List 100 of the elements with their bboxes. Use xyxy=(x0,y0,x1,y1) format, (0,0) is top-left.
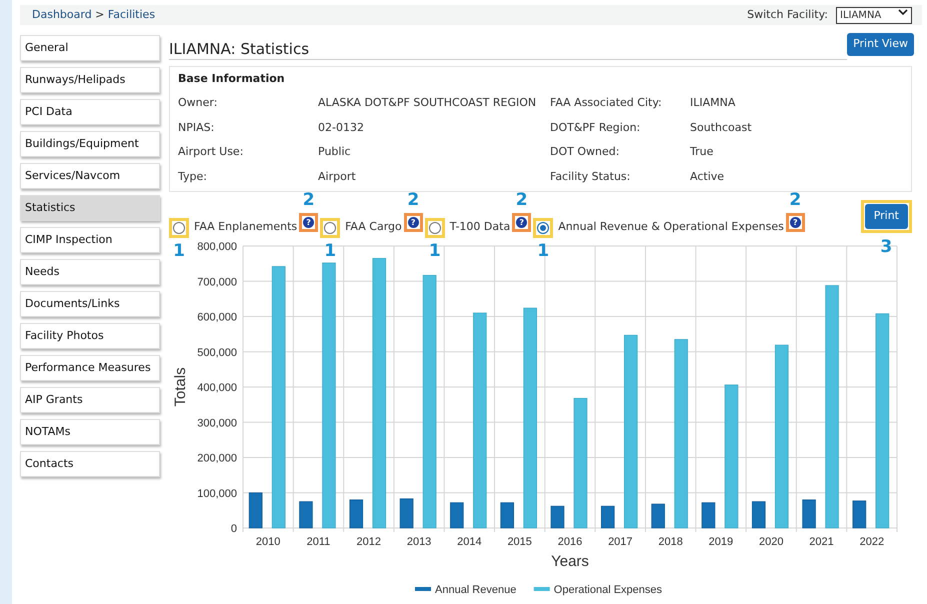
axis-tick-label: 2015 xyxy=(507,536,532,548)
field-value: Active xyxy=(690,168,726,184)
sidebar-item[interactable]: AIP Grants xyxy=(20,387,160,413)
page-title: ILIAMNA: Statistics xyxy=(169,40,848,60)
print-button[interactable]: Print xyxy=(864,204,908,228)
legend-label: Operational Expenses xyxy=(554,584,663,596)
field-label: FAA Associated City: xyxy=(550,95,663,111)
field-value: Southcoast xyxy=(690,120,753,136)
bar xyxy=(852,500,866,528)
axis-tick-label: 2011 xyxy=(306,536,330,548)
axis-tick-label: 700,000 xyxy=(197,276,237,288)
breadcrumb-separator: > xyxy=(94,8,106,21)
axis-tick-label: 200,000 xyxy=(197,452,237,464)
field-label: NPIAS: xyxy=(178,120,216,136)
axis-tick-label: 2022 xyxy=(860,536,884,548)
callout-number: 3 xyxy=(880,239,892,256)
bar xyxy=(752,501,766,528)
sidebar-item[interactable]: CIMP Inspection xyxy=(20,227,160,253)
breadcrumb-link[interactable]: Dashboard xyxy=(32,8,92,21)
callout-number: 1 xyxy=(537,243,550,260)
field-value: Public xyxy=(318,144,352,160)
axis-tick-label: 2012 xyxy=(356,536,381,548)
radio-button[interactable] xyxy=(324,222,336,234)
sidebar-item[interactable]: NOTAMs xyxy=(20,419,160,445)
legend-label: Annual Revenue xyxy=(435,584,516,596)
callout-number: 1 xyxy=(324,243,336,260)
sidebar-item[interactable]: Performance Measures xyxy=(20,355,160,381)
sidebar-item[interactable]: Runways/Helipads xyxy=(20,67,160,93)
sidebar-item[interactable]: Needs xyxy=(20,259,160,285)
field-value: ILIAMNA xyxy=(690,95,736,111)
callout-number: 2 xyxy=(407,192,420,209)
axis-tick-label: 2017 xyxy=(608,536,633,548)
help-icon[interactable]: ? xyxy=(516,217,528,228)
axis-title: Years xyxy=(551,553,589,570)
callout-number: 1 xyxy=(428,243,441,260)
option-label[interactable]: FAA Cargo xyxy=(345,218,402,235)
axis-tick-label: 2010 xyxy=(256,536,280,548)
axis-tick-label: 2019 xyxy=(708,536,734,548)
field-label: DOT&PF Region: xyxy=(550,120,642,136)
axis-tick-label: 300,000 xyxy=(197,417,237,430)
axis-tick-label: 2014 xyxy=(457,536,482,548)
field-label: Type: xyxy=(178,168,208,184)
sidebar-item[interactable]: Services/Navcom xyxy=(20,163,160,189)
field-label: Facility Status: xyxy=(550,168,632,184)
section-title: Base Information xyxy=(178,70,286,86)
sidebar-item[interactable]: PCI Data xyxy=(20,99,160,125)
axis-tick-label: 400,000 xyxy=(197,382,237,394)
bar xyxy=(651,504,665,528)
field-value: ALASKA DOT&PF SOUTHCOAST REGION xyxy=(318,95,538,111)
print-view-button[interactable]: Print View xyxy=(847,33,914,56)
field-label: Airport Use: xyxy=(178,144,244,160)
breadcrumb-link[interactable]: Facilities xyxy=(108,8,156,21)
field-value: True xyxy=(690,144,714,160)
help-icon[interactable]: ? xyxy=(790,217,801,228)
axis-tick-label: 600,000 xyxy=(197,312,237,324)
field-value: 02-0132 xyxy=(318,120,365,136)
sidebar-item[interactable]: General xyxy=(20,35,160,61)
axis-tick-label: 2020 xyxy=(759,536,784,548)
axis-tick-label: 100,000 xyxy=(197,488,237,500)
bar xyxy=(248,492,262,528)
axis-tick-label: 2018 xyxy=(658,536,683,548)
help-icon[interactable]: ? xyxy=(408,217,419,228)
callout-number: 2 xyxy=(516,192,528,209)
field-label: DOT Owned: xyxy=(550,144,620,160)
radio-button[interactable] xyxy=(428,222,441,234)
legend-item[interactable]: Operational Expenses xyxy=(534,584,662,596)
option-label[interactable]: Annual Revenue & Operational Expenses xyxy=(558,218,784,235)
bar xyxy=(299,501,313,528)
bar xyxy=(400,498,414,528)
legend-item[interactable]: Annual Revenue xyxy=(415,584,516,596)
field-value: Airport xyxy=(318,168,357,184)
option-label[interactable]: T-100 Data xyxy=(450,218,510,235)
sidebar-item[interactable]: Contacts xyxy=(20,451,160,477)
sidebar-item[interactable]: Statistics xyxy=(20,195,160,221)
radio-button[interactable] xyxy=(537,222,550,234)
facility-select[interactable]: ILIAMNA xyxy=(836,6,912,24)
switch-facility-label: Switch Facility: xyxy=(747,6,828,23)
bar xyxy=(500,502,514,528)
option-label[interactable]: FAA Enplanements xyxy=(194,218,298,235)
callout-number: 1 xyxy=(173,243,185,260)
axis-tick-label: 800,000 xyxy=(197,241,237,253)
bar xyxy=(802,500,816,528)
bar xyxy=(550,506,564,528)
axis-tick-label: 2021 xyxy=(809,536,834,548)
sidebar-item[interactable]: Buildings/Equipment xyxy=(20,131,160,157)
callout-number: 2 xyxy=(302,192,315,209)
radio-button[interactable] xyxy=(173,222,185,234)
axis-title: Totals xyxy=(172,367,189,407)
caret-icon xyxy=(898,8,908,16)
bar xyxy=(349,500,364,528)
axis-tick-label: 2013 xyxy=(406,536,432,548)
axis-tick-label: 500,000 xyxy=(197,346,237,359)
sidebar-item[interactable]: Facility Photos xyxy=(20,323,160,349)
axis-tick-label: 0 xyxy=(230,523,237,535)
sidebar-item[interactable]: Documents/Links xyxy=(20,291,160,317)
bar xyxy=(450,502,464,528)
bar xyxy=(702,502,716,528)
bar xyxy=(601,506,615,528)
help-icon[interactable]: ? xyxy=(303,217,314,228)
callout-number: 2 xyxy=(789,192,802,209)
